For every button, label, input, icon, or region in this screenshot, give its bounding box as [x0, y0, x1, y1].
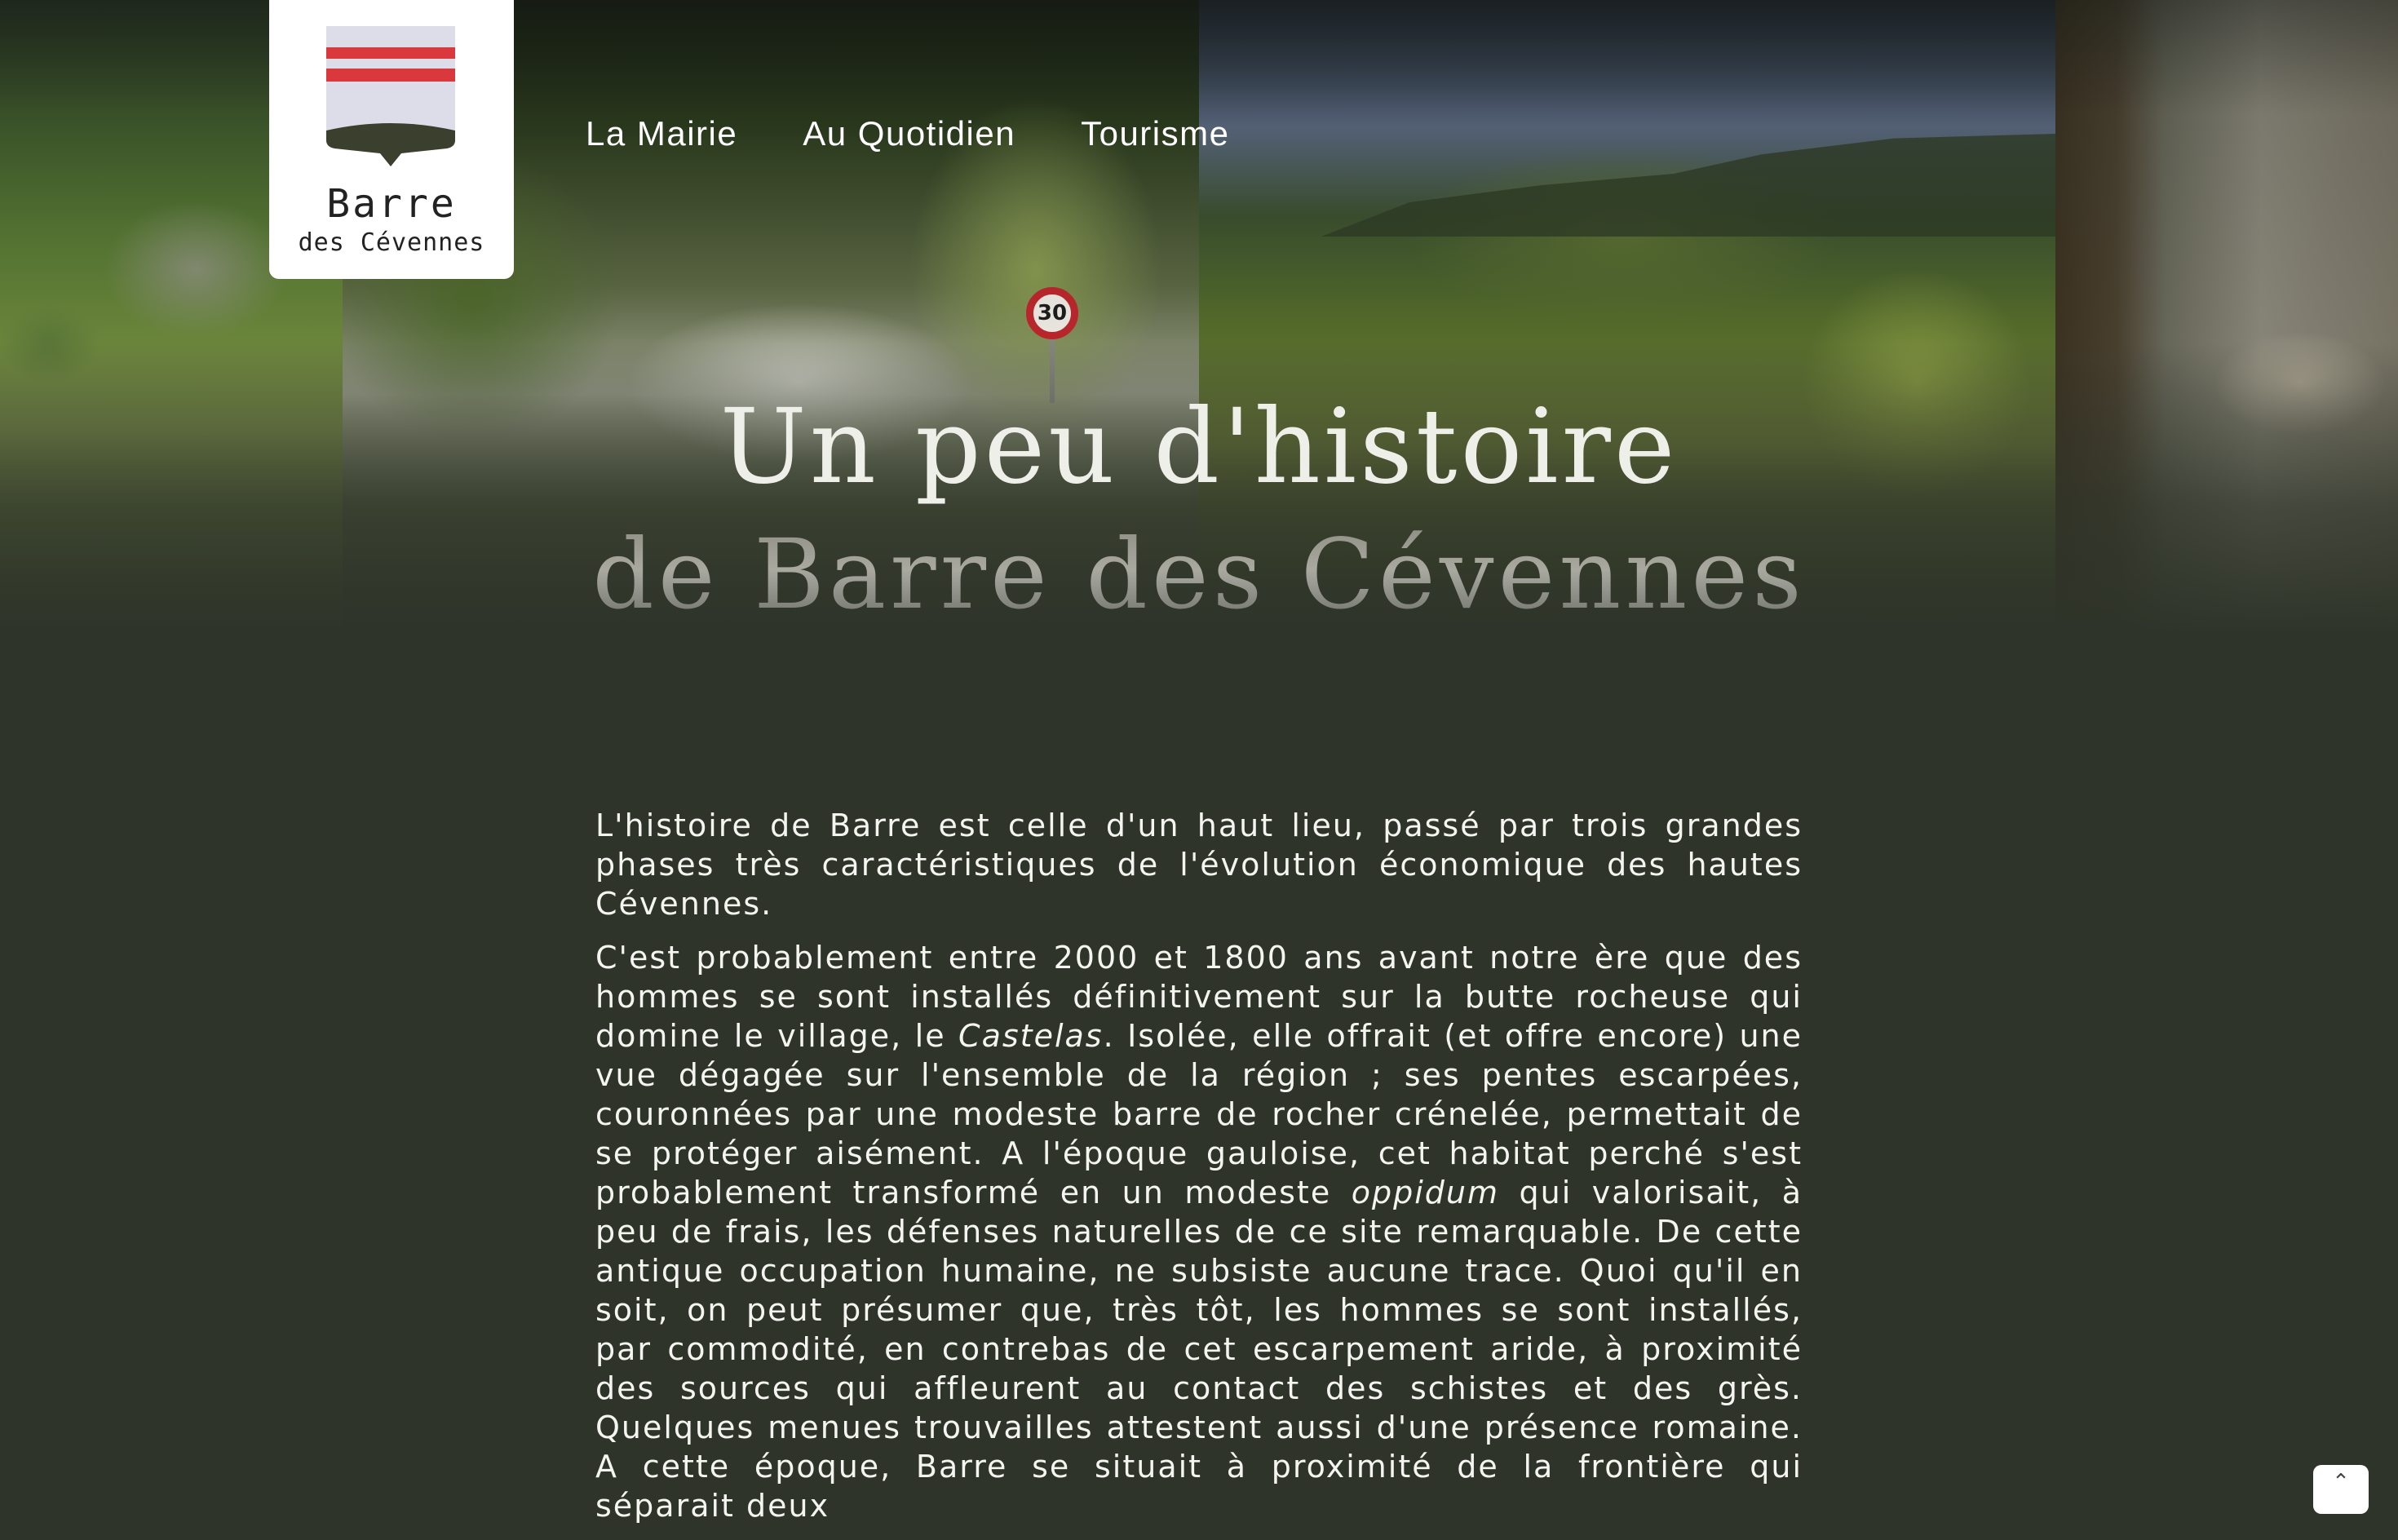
article-paragraph-2: C'est probablement entre 2000 et 1800 an…: [595, 938, 1803, 1525]
article-text: qui valorisait, à peu de frais, les défe…: [595, 1175, 1803, 1524]
page-title: Un peu d'histoire: [719, 387, 1679, 507]
site-logo[interactable]: Barre des Cévennes: [269, 0, 514, 279]
main-nav: La Mairie Au Quotidien Tourisme: [586, 114, 1294, 153]
crest-icon: [326, 26, 455, 166]
logo-name-line1: Barre: [326, 181, 457, 227]
page-subtitle: de Barre des Cévennes: [0, 526, 2398, 622]
chevron-up-icon: ⌃: [2332, 1470, 2350, 1494]
nav-item-au-quotidien[interactable]: Au Quotidien: [803, 114, 1015, 153]
article-italic-oppidum: oppidum: [1351, 1175, 1500, 1210]
nav-item-la-mairie[interactable]: La Mairie: [586, 114, 737, 153]
article-italic-castelas: Castelas: [958, 1018, 1104, 1054]
logo-name-line2: des Cévennes: [298, 228, 485, 257]
scroll-to-top-button[interactable]: ⌃: [2313, 1465, 2369, 1514]
article-body: L'histoire de Barre est celle d'un haut …: [595, 806, 1803, 1540]
article-paragraph-1: L'histoire de Barre est celle d'un haut …: [595, 808, 1803, 922]
nav-item-tourisme[interactable]: Tourisme: [1081, 114, 1229, 153]
